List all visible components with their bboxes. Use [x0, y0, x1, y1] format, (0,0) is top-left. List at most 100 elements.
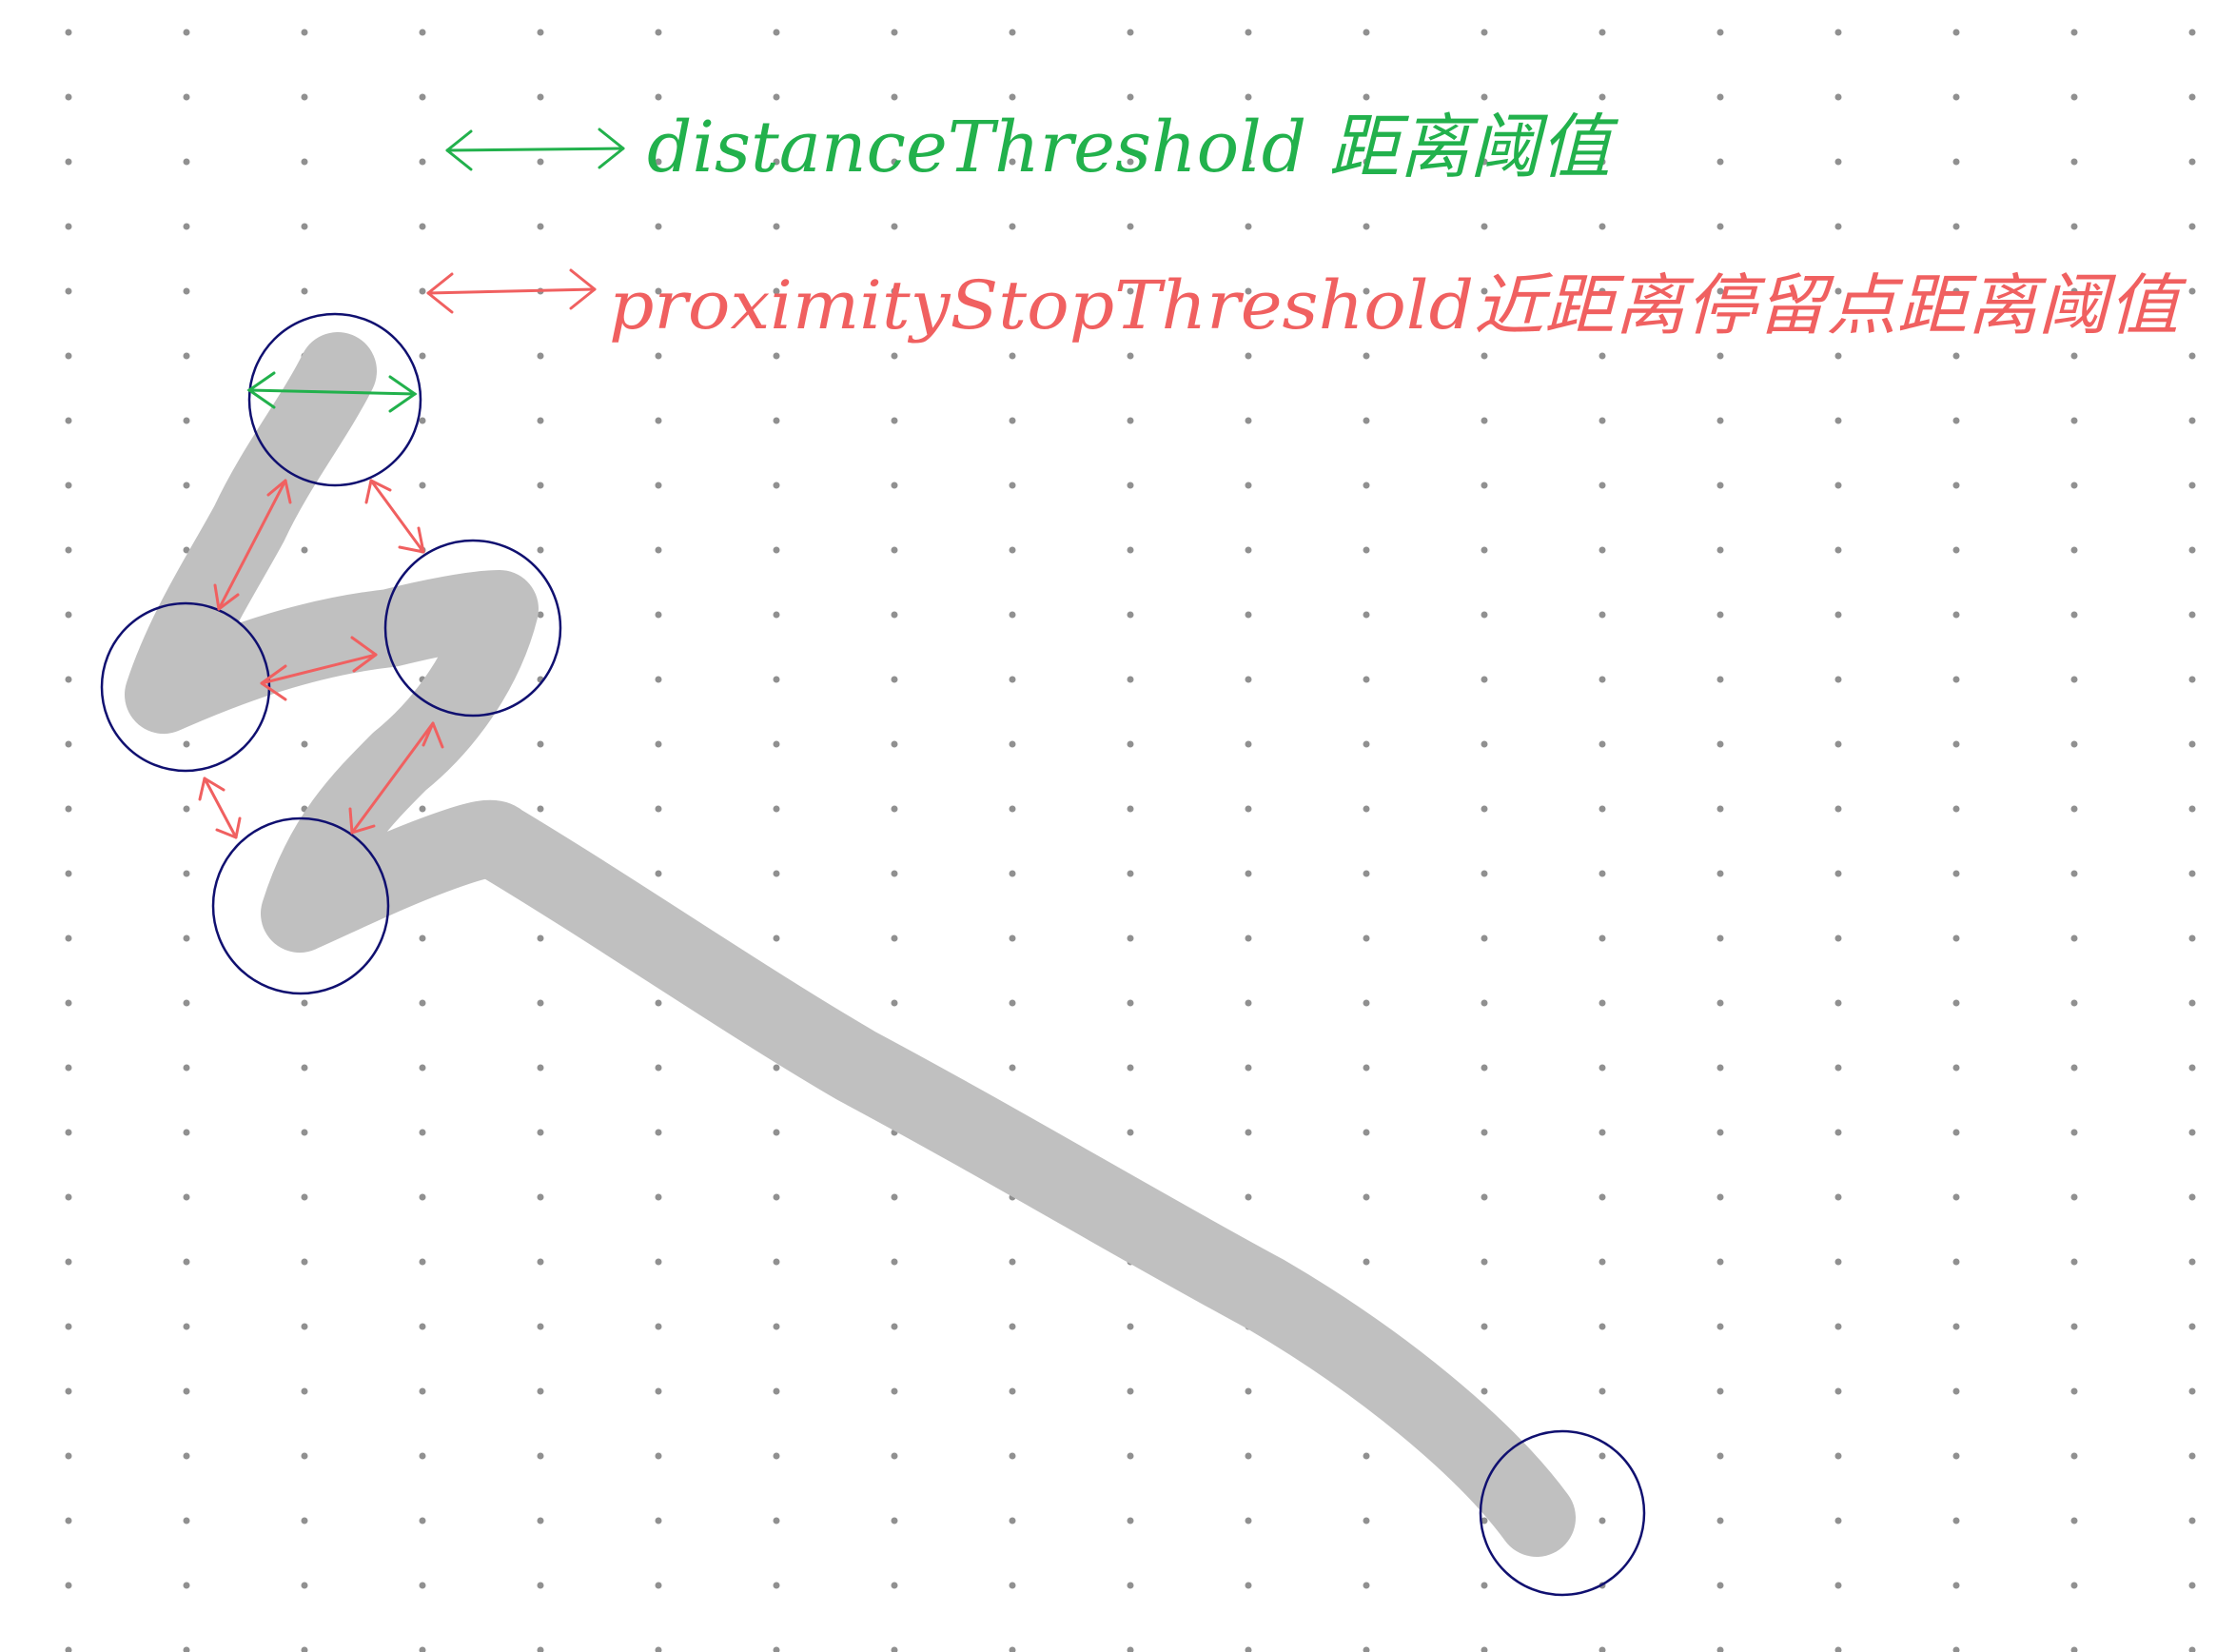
- grid-dot: [2070, 546, 2078, 554]
- drawing-canvas: distanceThreshold 距离阈值 proximityStopThre…: [0, 0, 2236, 1652]
- grid-dot: [301, 223, 308, 230]
- grid-dot: [1363, 870, 1370, 877]
- grid-dot: [1952, 1582, 1960, 1589]
- grid-dot: [655, 352, 662, 360]
- grid-dot: [773, 546, 780, 554]
- grid-dot: [1245, 482, 1252, 489]
- grid-dot: [1834, 1582, 1842, 1589]
- grid-dot: [1009, 1258, 1016, 1266]
- grid-dot: [2070, 482, 2078, 489]
- grid-dot: [1009, 934, 1016, 942]
- grid-dot: [655, 1582, 662, 1589]
- grid-dot: [1363, 1646, 1370, 1652]
- grid-dot: [65, 740, 72, 748]
- grid-dot: [1716, 1452, 1724, 1460]
- grid-dot: [1834, 1387, 1842, 1395]
- grid-dot: [301, 93, 308, 101]
- grid-dot: [1952, 1129, 1960, 1136]
- grid-dot: [891, 1452, 898, 1460]
- grid-dot: [2070, 1387, 2078, 1395]
- grid-dot: [2070, 805, 2078, 813]
- grid-dot: [891, 1582, 898, 1589]
- grid-dot: [1599, 611, 1606, 619]
- grid-dot: [1599, 223, 1606, 230]
- grid-dot: [65, 611, 72, 619]
- grid-dot: [183, 1646, 190, 1652]
- grid-dot: [1952, 1452, 1960, 1460]
- grid-dot: [2188, 1582, 2196, 1589]
- grid-dot: [1716, 93, 1724, 101]
- grid-dot: [1481, 676, 1488, 683]
- grid-dot: [183, 287, 190, 295]
- grid-dot: [537, 1582, 544, 1589]
- grid-dot: [1834, 805, 1842, 813]
- grid-dot: [2070, 1064, 2078, 1072]
- grid-dot: [1952, 805, 1960, 813]
- legend-distance-label: distanceThreshold 距离阈值: [647, 107, 1619, 188]
- grid-dot: [183, 870, 190, 877]
- grid-dot: [1481, 1646, 1488, 1652]
- grid-dot: [1009, 1582, 1016, 1589]
- grid-dot: [1245, 740, 1252, 748]
- grid-dot: [301, 1323, 308, 1330]
- grid-dot: [1599, 352, 1606, 360]
- grid-dot: [891, 1193, 898, 1201]
- grid-dot: [1716, 1258, 1724, 1266]
- grid-dot: [419, 999, 426, 1007]
- grid-dot: [891, 676, 898, 683]
- grid-dot: [1245, 1193, 1252, 1201]
- grid-dot: [1952, 934, 1960, 942]
- grid-dot: [1009, 29, 1016, 36]
- grid-dot: [891, 1517, 898, 1524]
- brush-stroke: [125, 332, 1576, 1557]
- grid-dot: [655, 1646, 662, 1652]
- grid-dot: [1716, 999, 1724, 1007]
- grid-dot: [2188, 352, 2196, 360]
- grid-dot: [1716, 1064, 1724, 1072]
- grid-dot: [1009, 482, 1016, 489]
- grid-dot: [1599, 805, 1606, 813]
- grid-dot: [891, 546, 898, 554]
- grid-dot: [537, 482, 544, 489]
- grid-dot: [1127, 546, 1134, 554]
- grid-dot: [65, 1193, 72, 1201]
- sketch-svg: distanceThreshold 距离阈值 proximityStopThre…: [65, 29, 2196, 1652]
- grid-dot: [1952, 93, 1960, 101]
- grid-dot: [891, 29, 898, 36]
- grid-dot: [655, 1452, 662, 1460]
- grid-dot: [2188, 1258, 2196, 1266]
- grid-dot: [891, 352, 898, 360]
- grid-dot: [655, 93, 662, 101]
- grid-dot: [65, 29, 72, 36]
- grid-dot: [419, 352, 426, 360]
- grid-dot: [773, 223, 780, 230]
- grid-dot: [1599, 1064, 1606, 1072]
- grid-dot: [183, 1129, 190, 1136]
- grid-dot: [419, 1129, 426, 1136]
- grid-dot: [537, 1193, 544, 1201]
- grid-dot: [1245, 1452, 1252, 1460]
- grid-dot: [1481, 223, 1488, 230]
- grid-dot: [537, 1129, 544, 1136]
- grid-dot: [301, 1582, 308, 1589]
- grid-dot: [1127, 417, 1134, 424]
- grid-dot: [2188, 1452, 2196, 1460]
- grid-dot: [1834, 482, 1842, 489]
- grid-dot: [419, 1258, 426, 1266]
- grid-dot: [537, 1646, 544, 1652]
- grid-dot: [1481, 999, 1488, 1007]
- grid-dot: [2188, 676, 2196, 683]
- grid-dot: [1952, 1258, 1960, 1266]
- grid-dot: [1716, 1646, 1724, 1652]
- grid-dot: [1127, 740, 1134, 748]
- grid-dot: [655, 611, 662, 619]
- grid-dot: [1481, 1258, 1488, 1266]
- grid-dot: [2188, 482, 2196, 489]
- grid-dot: [419, 417, 426, 424]
- grid-dot: [891, 1258, 898, 1266]
- grid-dot: [537, 999, 544, 1007]
- grid-dot: [2188, 934, 2196, 942]
- grid-dot: [1127, 870, 1134, 877]
- grid-dot: [1363, 93, 1370, 101]
- grid-dot: [419, 1517, 426, 1524]
